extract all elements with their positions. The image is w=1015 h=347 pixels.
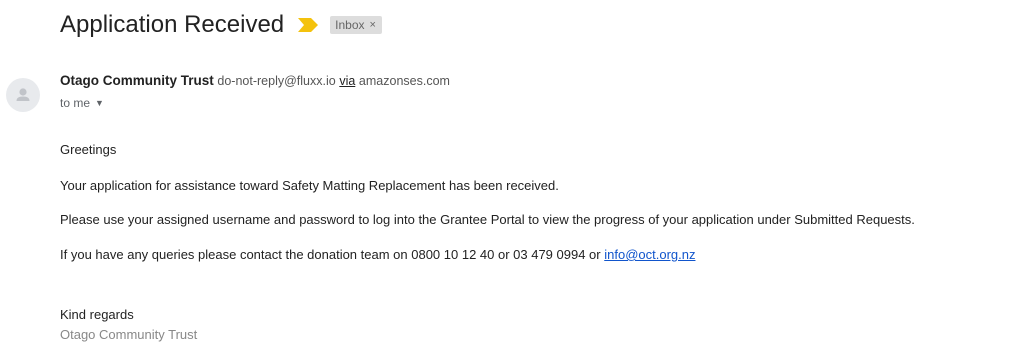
recipient-text: to me <box>60 96 91 110</box>
contact-text: If you have any queries please contact t… <box>60 247 605 262</box>
body-greeting: Greetings <box>60 142 117 157</box>
body-paragraph-1: Your application for assistance toward S… <box>60 178 559 193</box>
person-icon <box>16 88 30 101</box>
body-paragraph-2: Please use your assigned username and pa… <box>60 212 915 227</box>
via-link[interactable]: via <box>339 74 355 88</box>
sender-line: Otago Community Trust do-not-reply@fluxx… <box>60 73 450 88</box>
sender-name[interactable]: Otago Community Trust <box>60 73 214 88</box>
email-subject: Application Received <box>60 11 285 38</box>
inbox-label-text: Inbox <box>335 18 365 32</box>
importance-arrow-icon[interactable] <box>298 18 319 32</box>
show-details-caret-icon[interactable]: ▼ <box>95 98 104 108</box>
via-domain: amazonses.com <box>358 74 450 88</box>
sender-avatar[interactable] <box>6 78 40 112</box>
remove-label-icon[interactable]: × <box>370 16 376 34</box>
subject-row: Application Received Inbox × <box>60 8 382 42</box>
signature-text: Otago Community Trust <box>60 327 198 342</box>
body-paragraph-3: If you have any queries please contact t… <box>60 247 695 262</box>
contact-email-link[interactable]: info@oct.org.nz <box>604 247 695 262</box>
closing-text: Kind regards <box>60 307 134 322</box>
inbox-label-chip: Inbox × <box>330 16 382 34</box>
sender-email: do-not-reply@fluxx.io <box>217 74 336 88</box>
recipient-line: to me ▼ <box>60 96 104 110</box>
